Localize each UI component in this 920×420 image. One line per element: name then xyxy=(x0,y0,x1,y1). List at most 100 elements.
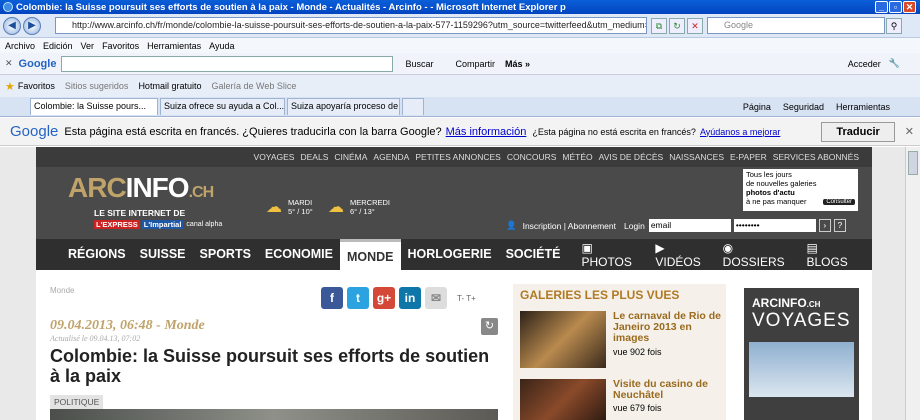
tab-arcinfo[interactable]: Colombie: la Suisse pours... xyxy=(30,98,158,115)
back-button[interactable]: ◀ xyxy=(3,16,21,35)
weather-today[interactable]: ☁ MARDI 5° / 10° xyxy=(266,197,313,217)
linkedin-icon[interactable]: in xyxy=(399,287,421,309)
weather-temp: 5° / 10° xyxy=(288,207,313,216)
minimize-button[interactable]: _ xyxy=(875,1,888,13)
fav-item-webslice[interactable]: Galería de Web Slice xyxy=(211,81,296,91)
compat-icon[interactable]: ⧉ xyxy=(651,17,667,34)
password-field[interactable]: •••••••• xyxy=(733,219,816,232)
favorites-star-icon: ★ xyxy=(5,80,15,93)
close-button[interactable]: ✕ xyxy=(903,1,916,13)
gallery-thumb-rio[interactable] xyxy=(520,311,606,368)
promo-consult-button[interactable]: Consulter xyxy=(823,198,855,205)
toolbar-search-input[interactable] xyxy=(61,55,394,72)
topnav-voyages[interactable]: VOYAGES xyxy=(251,152,298,162)
search-icon[interactable]: ⚲ xyxy=(886,17,902,34)
refresh-icon[interactable]: ↻ xyxy=(481,318,498,335)
google-brand: Google xyxy=(18,57,57,70)
login-help[interactable]: ? xyxy=(833,219,846,232)
cmd-security[interactable]: Seguridad xyxy=(783,102,824,112)
nav-photos[interactable]: ▣ PHOTOS xyxy=(581,241,641,269)
gallery-thumb-casino[interactable] xyxy=(520,379,606,420)
search-input[interactable]: Google xyxy=(707,17,885,34)
fav-item-hotmail[interactable]: Hotmail gratuito xyxy=(138,81,201,91)
maximize-button[interactable]: ▫ xyxy=(889,1,902,13)
article-tag[interactable]: POLITIQUE xyxy=(50,395,104,409)
nav-horlogerie[interactable]: HORLOGERIE xyxy=(401,239,499,270)
topnav-agenda[interactable]: AGENDA xyxy=(370,152,412,162)
translate-close-icon[interactable]: ✕ xyxy=(905,125,914,138)
signup-links[interactable]: Inscription | Abonnement xyxy=(523,221,616,231)
topnav-naissances[interactable]: NAISSANCES xyxy=(666,152,727,162)
menu-ver[interactable]: Ver xyxy=(81,41,95,51)
nav-regions[interactable]: RÉGIONS xyxy=(61,239,133,270)
topnav-cinema[interactable]: CINÉMA xyxy=(331,152,370,162)
topnav-epaper[interactable]: E-PAPER xyxy=(727,152,770,162)
share-button[interactable]: Compartir xyxy=(455,59,495,69)
weather-tomorrow[interactable]: ☁ MERCREDI 6° / 13° xyxy=(328,197,390,217)
forward-button[interactable]: ▶ xyxy=(23,16,41,35)
email-field[interactable]: email xyxy=(648,219,731,232)
logo-express: L'EXPRESS xyxy=(94,220,140,229)
cmd-page[interactable]: Página xyxy=(743,102,771,112)
topnav-concours[interactable]: CONCOURS xyxy=(504,152,560,162)
stop-button[interactable]: ✕ xyxy=(687,17,703,34)
site-container: VOYAGES DEALS CINÉMA AGENDA PETITES ANNO… xyxy=(36,147,872,420)
favorites-button[interactable]: Favoritos xyxy=(18,81,55,91)
text-size-controls[interactable]: T- T+ xyxy=(457,294,476,303)
url-input[interactable]: http://www.arcinfo.ch/fr/monde/colombie-… xyxy=(55,17,647,34)
menu-bar: Archivo Edición Ver Favoritos Herramient… xyxy=(0,38,920,53)
logo-ch: .CH xyxy=(188,184,215,201)
nav-societe[interactable]: SOCIÉTÉ xyxy=(499,239,568,270)
topnav-deals[interactable]: DEALS xyxy=(297,152,331,162)
topnav-petites-annonces[interactable]: PETITES ANNONCES xyxy=(412,152,504,162)
login-submit-button[interactable]: › xyxy=(818,219,831,232)
nav-economie[interactable]: ECONOMIE xyxy=(258,239,340,270)
breadcrumb[interactable]: Monde xyxy=(50,286,74,295)
galleries-heading: GALERIES LES PLUS VUES xyxy=(520,288,680,302)
menu-herramientas[interactable]: Herramientas xyxy=(147,41,201,51)
nav-monde[interactable]: MONDE xyxy=(339,239,401,270)
fav-item-sugeridos[interactable]: Sitios sugeridos xyxy=(65,81,129,91)
gallery-item-views: vue 902 fois xyxy=(613,347,662,357)
close-toolbar-icon[interactable]: ✕ xyxy=(5,58,13,69)
translate-button[interactable]: Traducir xyxy=(821,121,895,142)
twitter-icon[interactable]: t xyxy=(347,287,369,309)
refresh-button[interactable]: ↻ xyxy=(669,17,685,34)
gallery-item-title[interactable]: Le carnaval de Rio de Janeiro 2013 en im… xyxy=(613,311,721,344)
facebook-icon[interactable]: f xyxy=(321,287,343,309)
photo-gallery-promo[interactable]: Tous les jours de nouvelles galeries pho… xyxy=(743,169,858,211)
gallery-item-title[interactable]: Visite du casino de Neuchâtel xyxy=(613,379,721,401)
wrench-icon[interactable]: 🔧 xyxy=(889,58,900,69)
site-logo[interactable]: ARCINFO.CH LE SITE INTERNET DE L'EXPRESS… xyxy=(68,173,248,229)
scroll-thumb[interactable] xyxy=(908,151,918,175)
translate-more-link[interactable]: Más información xyxy=(446,126,527,138)
menu-edicion[interactable]: Edición xyxy=(43,41,73,51)
nav-videos[interactable]: ▶ VIDÉOS xyxy=(655,241,708,269)
topnav-avis-deces[interactable]: AVIS DE DÉCÈS xyxy=(596,152,667,162)
vertical-scrollbar[interactable] xyxy=(905,147,920,420)
signin-button[interactable]: Acceder xyxy=(848,59,881,69)
googleplus-icon[interactable]: g+ xyxy=(373,287,395,309)
nav-blogs[interactable]: ▤ BLOGS xyxy=(806,241,858,269)
new-tab-button[interactable] xyxy=(402,98,424,115)
menu-favoritos[interactable]: Favoritos xyxy=(102,41,139,51)
address-bar: ◀ ▶ http://www.arcinfo.ch/fr/monde/colom… xyxy=(0,14,920,38)
nav-sports[interactable]: SPORTS xyxy=(193,239,258,270)
nav-dossiers[interactable]: ◉ DOSSIERS xyxy=(723,241,793,269)
menu-archivo[interactable]: Archivo xyxy=(5,41,35,51)
tab-swissinfo[interactable]: Suiza ofrece su ayuda a Col... xyxy=(160,98,285,115)
topnav-meteo[interactable]: MÉTÉO xyxy=(559,152,595,162)
email-share-icon[interactable]: ✉ xyxy=(425,287,447,309)
translate-help-link[interactable]: Ayúdanos a mejorar xyxy=(700,127,780,137)
user-icon: 👤 xyxy=(506,220,517,230)
more-button[interactable]: Más » xyxy=(505,59,530,69)
menu-ayuda[interactable]: Ayuda xyxy=(209,41,234,51)
tab-eluniversal[interactable]: Suiza apoyaría proceso de p... xyxy=(287,98,400,115)
weather-day: MARDI xyxy=(288,198,313,207)
nav-suisse[interactable]: SUISSE xyxy=(133,239,193,270)
voyages-ad[interactable]: ARCINFO.CH VOYAGES xyxy=(744,288,859,420)
topnav-services[interactable]: SERVICES ABONNÉS xyxy=(770,152,862,162)
cmd-tools[interactable]: Herramientas xyxy=(836,102,890,112)
popular-galleries: GALERIES LES PLUS VUES Le carnaval de Ri… xyxy=(513,284,726,420)
toolbar-search-button[interactable]: Buscar xyxy=(405,59,433,69)
